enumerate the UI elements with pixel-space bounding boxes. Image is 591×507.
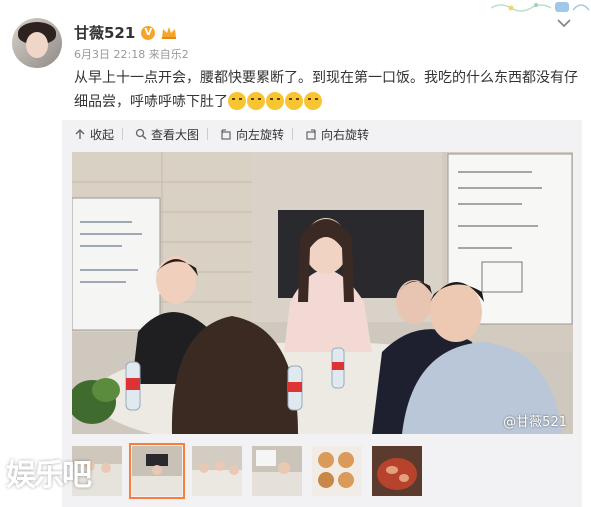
thumbnail-image <box>372 446 422 496</box>
emoji-icon <box>304 92 322 110</box>
magnifier-icon <box>135 128 147 140</box>
thumbnail-image <box>132 446 182 496</box>
photo-watermark: @甘薇521 <box>503 415 567 430</box>
author-row: 甘薇521 V <box>74 22 177 43</box>
avatar[interactable] <box>12 18 62 68</box>
header-decoration <box>491 2 590 12</box>
post-content: 从早上十一点开会，腰都快要累断了。到现在第一口饭。我吃的什么东西都没有仔细品尝，… <box>74 66 582 114</box>
emoji-icon <box>228 92 246 110</box>
rotate-left-icon <box>221 129 231 140</box>
verified-icon: V <box>141 25 156 40</box>
crown-icon <box>162 26 177 39</box>
thumbnail[interactable] <box>252 446 302 496</box>
post-meta: 6月3日 22:18 来自乐2 <box>74 46 189 62</box>
main-photo[interactable]: @甘薇521 <box>72 152 573 434</box>
toolbar-divider <box>292 128 294 140</box>
toolbar-divider <box>122 128 124 140</box>
post-date[interactable]: 6月3日 22:18 <box>74 48 145 61</box>
emoji-icon <box>285 92 303 110</box>
collapse-button[interactable]: 收起 <box>74 126 114 143</box>
collapse-icon <box>75 129 85 139</box>
rotate-right-label: 向右旋转 <box>321 127 370 142</box>
thumbnail[interactable] <box>372 446 422 496</box>
rotate-left-button[interactable]: 向左旋转 <box>220 126 284 143</box>
view-large-button[interactable]: 查看大图 <box>135 126 199 143</box>
image-toolbar: 收起 查看大图 向左旋转 向右旋转 <box>62 120 582 148</box>
meeting-photo <box>72 152 573 434</box>
rotate-left-label: 向左旋转 <box>236 127 285 142</box>
post-source: 来自乐2 <box>148 48 189 61</box>
emoji-group <box>228 92 323 110</box>
thumbnail-selected[interactable] <box>129 443 185 499</box>
emoji-icon <box>266 92 284 110</box>
chevron-down-icon[interactable] <box>557 18 571 28</box>
rotate-right-icon <box>306 129 317 140</box>
toolbar-divider <box>207 128 209 140</box>
rotate-right-button[interactable]: 向右旋转 <box>305 126 369 143</box>
post-text: 从早上十一点开会，腰都快要累断了。到现在第一口饭。我吃的什么东西都没有仔细品尝，… <box>74 70 578 110</box>
site-logo: 娱乐吧 <box>6 458 92 493</box>
thumbnail[interactable] <box>312 446 362 496</box>
emoji-icon <box>247 92 265 110</box>
collapse-label: 收起 <box>90 127 115 142</box>
thumbnail[interactable] <box>192 446 242 496</box>
avatar-face <box>26 32 48 58</box>
view-large-label: 查看大图 <box>151 127 200 142</box>
thumbnail-image <box>252 446 302 496</box>
thumbnail-image <box>312 446 362 496</box>
thumbnail-image <box>192 446 242 496</box>
author-name[interactable]: 甘薇521 <box>74 22 135 43</box>
thumbnail-strip <box>62 436 582 507</box>
